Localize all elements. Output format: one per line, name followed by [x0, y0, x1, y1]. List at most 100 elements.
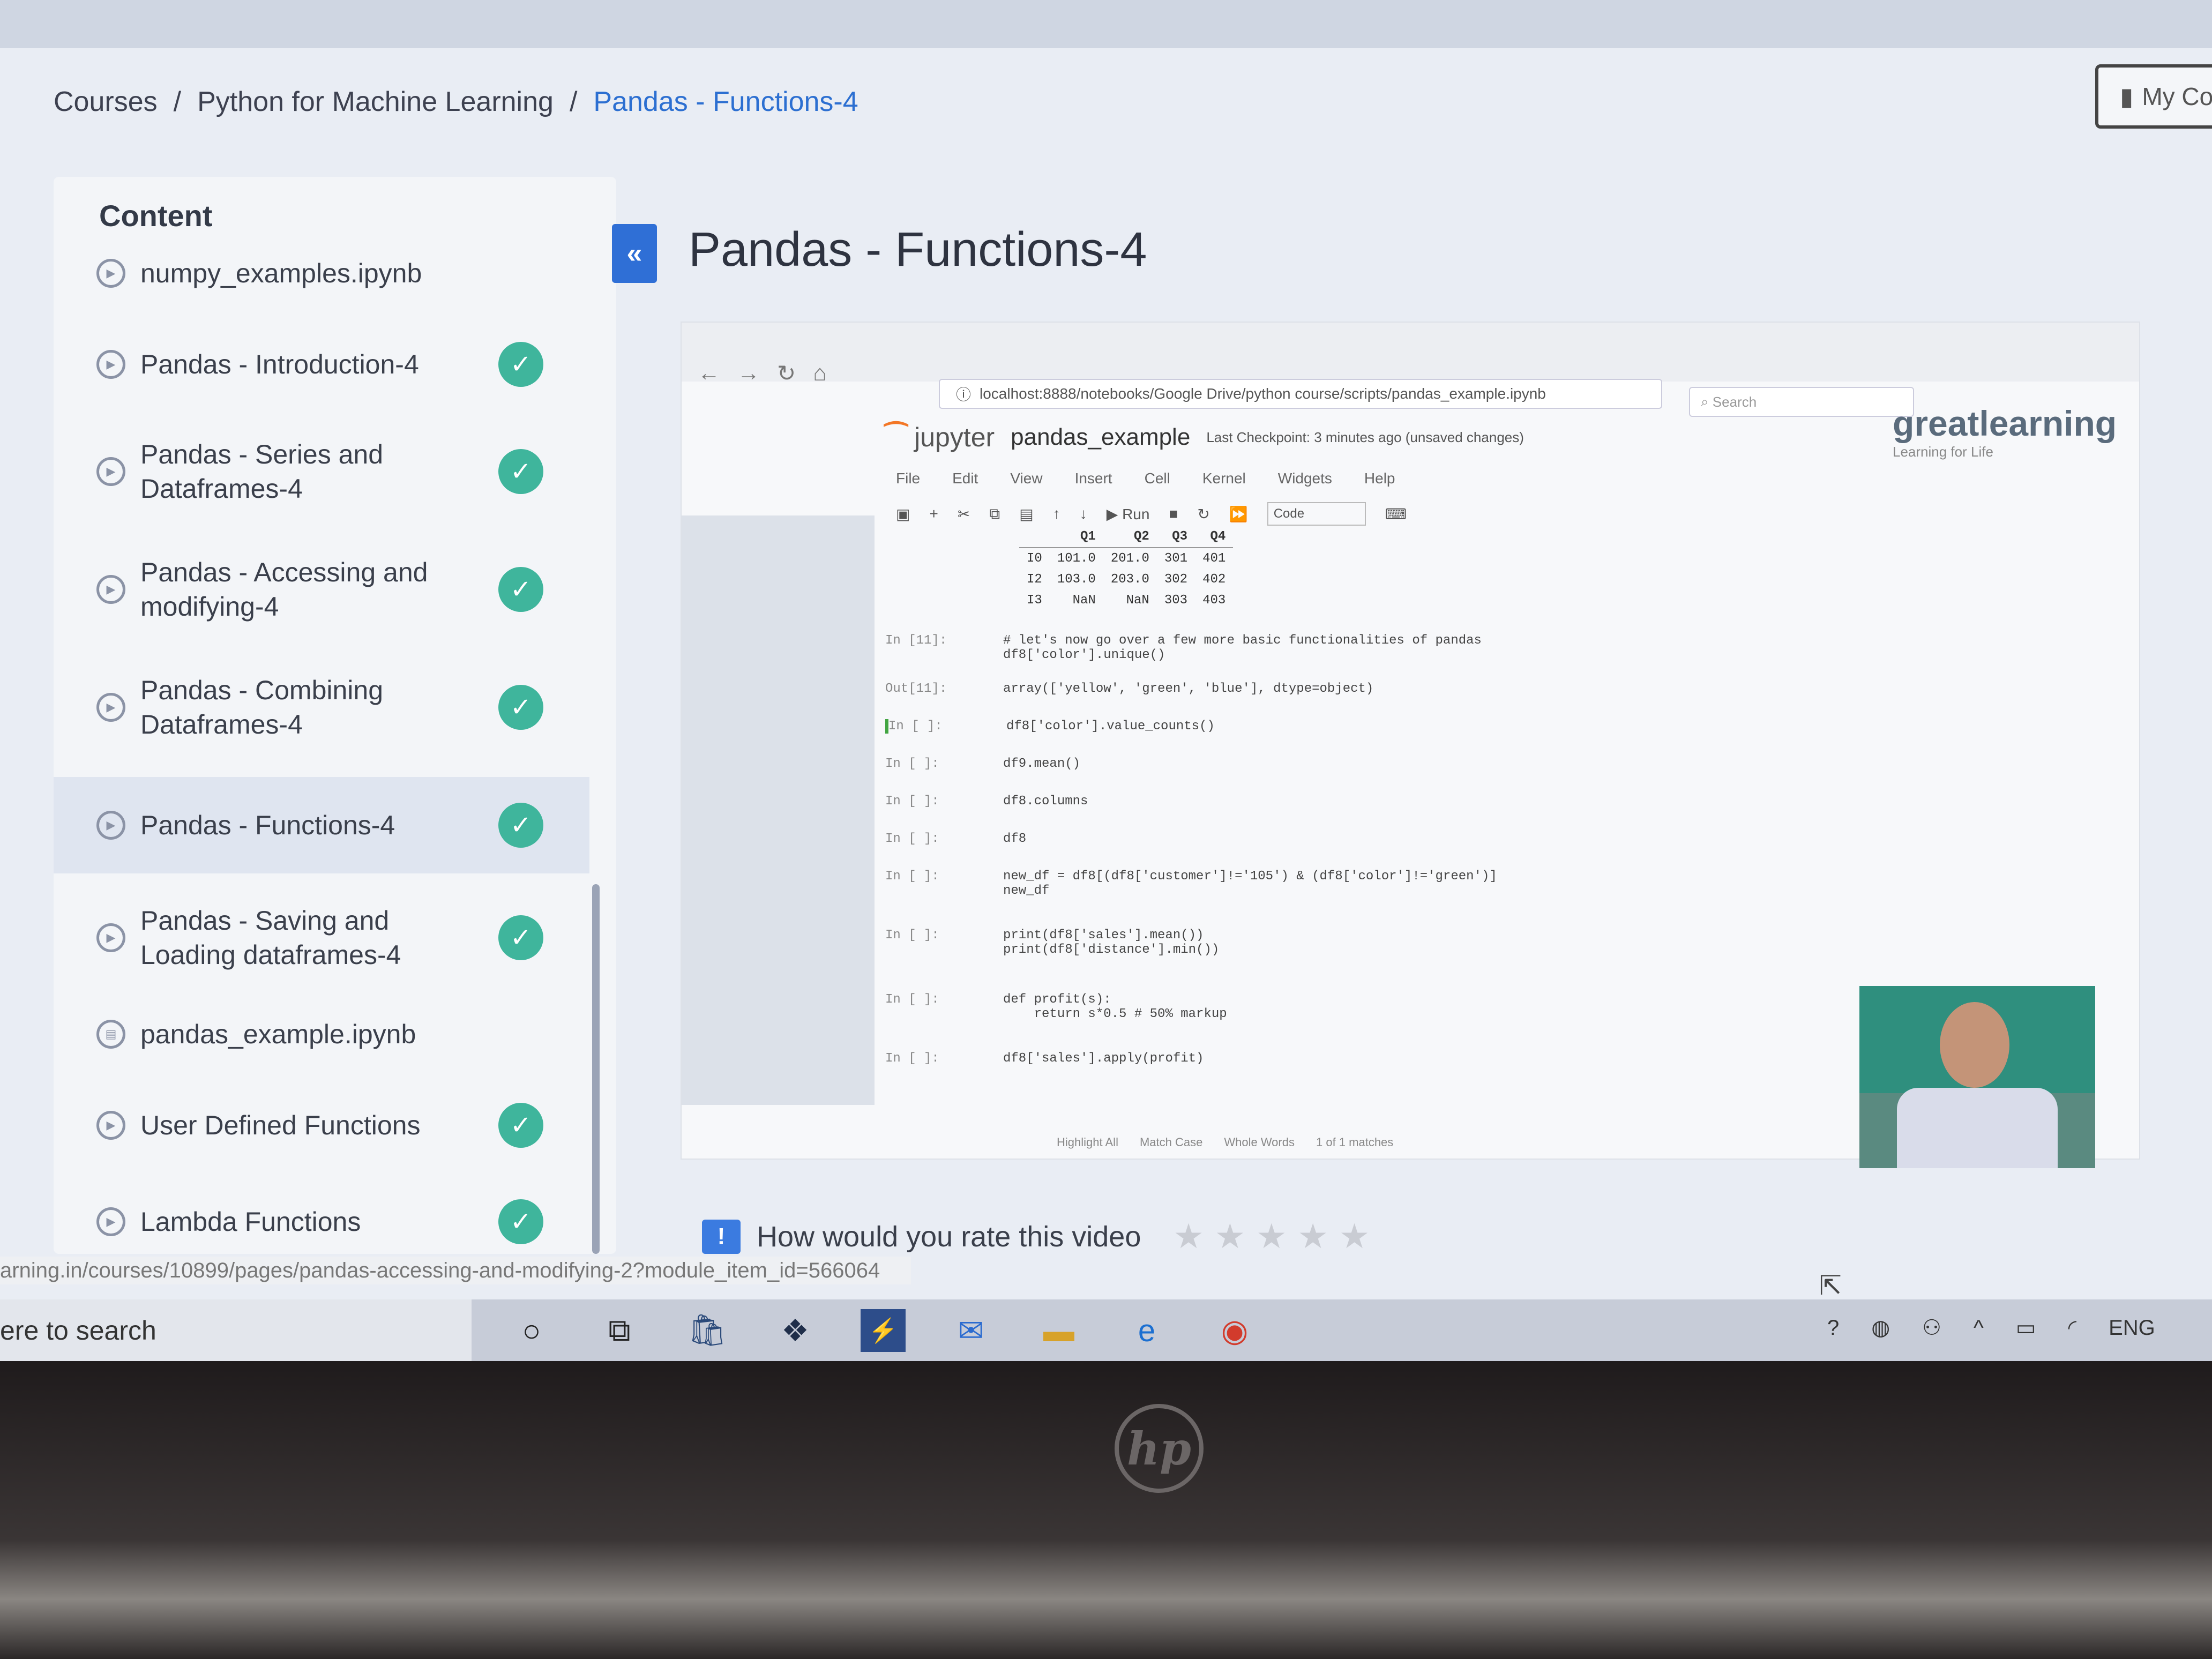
notebook-name: pandas_example [1011, 424, 1191, 450]
breadcrumb-separator: / [569, 86, 578, 117]
brand-tagline: Learning for Life [1893, 444, 1993, 460]
cell-code: df8 [1003, 832, 1027, 846]
df-cell: 201.0 [1110, 551, 1149, 566]
status-bar-url: arning.in/courses/10899/pages/pandas-acc… [0, 1257, 911, 1284]
df-cell: 101.0 [1057, 551, 1096, 566]
play-icon: ▶ [96, 350, 125, 379]
notebook-cell: In [ ]: df8['sales'].apply(profit) [885, 1051, 1957, 1066]
df-header: Q4 [1195, 526, 1234, 548]
df-cell: 403 [1202, 593, 1226, 608]
save-icon: ▣ [896, 505, 910, 522]
instructor-body [1897, 1088, 2058, 1168]
cell-code: print(df8['sales'].mean()) print(df8['di… [1003, 928, 1220, 957]
collapse-sidebar-button[interactable]: « [612, 224, 657, 283]
recorded-nav-buttons: ← → ↻ ⌂ [698, 360, 827, 386]
star-icon[interactable]: ★ [1339, 1216, 1370, 1257]
cell-code: df8['sales'].apply(profit) [1003, 1051, 1204, 1066]
breadcrumb-current: Pandas - Functions-4 [593, 86, 858, 117]
chrome-icon[interactable]: ◉ [1212, 1309, 1257, 1352]
play-icon: ▶ [96, 693, 125, 722]
star-icon[interactable]: ★ [1256, 1216, 1287, 1257]
df-cell: I2 [1027, 572, 1042, 587]
cell-code: df8.columns [1003, 794, 1088, 809]
file-explorer-icon[interactable]: ▬ [1036, 1309, 1081, 1352]
add-cell-icon: + [929, 505, 938, 522]
edge-icon[interactable]: e [1124, 1309, 1169, 1352]
feedback-icon: ! [702, 1219, 741, 1254]
sidebar-item-pandas-accessing[interactable]: ▶ Pandas - Accessing and modifying-4 ✓ [54, 547, 589, 632]
keyboard-icon: ⌨ [1385, 505, 1407, 522]
sidebar-item-label: Lambda Functions [140, 1207, 361, 1237]
play-icon: ▶ [96, 259, 125, 288]
help-icon[interactable]: ? [1827, 1316, 1839, 1340]
cell-prompt: In [11]: [885, 633, 947, 648]
cell-prompt: In [ ]: [885, 928, 939, 943]
play-icon: ▶ [96, 457, 125, 486]
star-icon[interactable]: ★ [1298, 1216, 1328, 1257]
sidebar-item-label: Pandas - Introduction-4 [140, 349, 419, 379]
sidebar-item-pandas-functions[interactable]: ▶ Pandas - Functions-4 ✓ [54, 777, 589, 873]
cell-code: df8['color'].value_counts() [1006, 719, 1215, 734]
sidebar-item-pandas-series[interactable]: ▶ Pandas - Series and Dataframes-4 ✓ [54, 429, 589, 514]
sidebar-item-lambda-functions[interactable]: ▶ Lambda Functions ✓ [54, 1190, 589, 1254]
my-courses-button[interactable]: ▮ My Co [2095, 64, 2212, 129]
rating-question: How would you rate this video [757, 1220, 1141, 1253]
cortana-icon[interactable]: ○ [509, 1309, 554, 1352]
df-header: Q1 [1049, 526, 1103, 548]
move-down-icon: ↓ [1079, 505, 1087, 522]
breadcrumb-course-link[interactable]: Python for Machine Learning [197, 86, 554, 118]
taskbar-apps: ○ ⧉ 🛍 ❖ ⚡ ✉ ▬ e ◉ [509, 1309, 1257, 1352]
play-icon: ▶ [96, 923, 125, 952]
jupyter-header: ⁀ jupyter pandas_example Last Checkpoint… [885, 422, 1524, 453]
breadcrumb-courses-link[interactable]: Courses [54, 86, 158, 118]
sidebar-scrollbar[interactable] [592, 884, 600, 1254]
cell-code: array(['yellow', 'green', 'blue'], dtype… [1003, 682, 1374, 696]
task-view-icon[interactable]: ⧉ [597, 1309, 642, 1352]
checkpoint-status: Last Checkpoint: 3 minutes ago (unsaved … [1206, 429, 1524, 445]
cut-icon: ✂ [957, 505, 970, 522]
mail-icon[interactable]: ✉ [948, 1309, 993, 1352]
info-icon: ⓘ [956, 386, 972, 403]
sidebar-item-pandas-combining[interactable]: ▶ Pandas - Combining Dataframes-4 ✓ [54, 664, 589, 750]
star-icon[interactable]: ★ [1173, 1216, 1204, 1257]
language-indicator[interactable]: ENG [2109, 1316, 2155, 1340]
df-cell: NaN [1126, 593, 1149, 608]
taskbar-search[interactable]: ere to search [0, 1299, 472, 1361]
sidebar-item-numpy-examples[interactable]: ▶ numpy_examples.ipynb [54, 257, 589, 289]
completed-check-icon: ✓ [498, 1103, 543, 1148]
star-icon[interactable]: ★ [1215, 1216, 1245, 1257]
dropbox-icon[interactable]: ❖ [773, 1309, 818, 1352]
forward-arrow-icon: → [737, 360, 760, 385]
breadcrumb-separator: / [173, 86, 182, 117]
store-icon[interactable]: 🛍 [685, 1309, 730, 1352]
notebook-cell-selected: In [ ]: df8['color'].value_counts() [885, 719, 1960, 734]
jupyter-logo: ⁀ jupyter [885, 422, 995, 452]
sidebar-item-user-defined-functions[interactable]: ▶ User Defined Functions ✓ [54, 1088, 589, 1163]
globe-icon[interactable]: ◍ [1871, 1316, 1890, 1340]
notebook-output: Out[11]: array(['yellow', 'green', 'blue… [885, 682, 1957, 696]
app-icon[interactable]: ⚡ [861, 1309, 906, 1352]
notebook-cell: In [ ]: df8 [885, 832, 1957, 846]
df-cell: 401 [1202, 551, 1226, 566]
sidebar-item-label: User Defined Functions [140, 1110, 421, 1140]
sidebar-item-pandas-example-notebook[interactable]: ▤ pandas_example.ipynb [54, 1002, 589, 1066]
wifi-icon[interactable]: ◜ [2068, 1316, 2077, 1340]
df-cell: I0 [1027, 551, 1042, 566]
cell-prompt: In [ ]: [885, 869, 939, 884]
chevron-up-icon[interactable]: ^ [1974, 1316, 1984, 1340]
people-icon[interactable]: ⚇ [1922, 1316, 1941, 1340]
df-header [1019, 526, 1050, 548]
completed-check-icon: ✓ [498, 685, 543, 730]
book-icon: ▮ [2120, 83, 2134, 110]
df-cell: NaN [1072, 593, 1096, 608]
sidebar-item-pandas-introduction[interactable]: ▶ Pandas - Introduction-4 ✓ [54, 327, 589, 402]
completed-check-icon: ✓ [498, 342, 543, 387]
battery-icon[interactable]: ▭ [2016, 1316, 2036, 1340]
find-option: Match Case [1139, 1135, 1203, 1149]
my-courses-label: My Co [2142, 83, 2212, 110]
df-row: I3 NaN NaN 303 403 [1019, 590, 1233, 611]
sidebar-item-pandas-saving[interactable]: ▶ Pandas - Saving and Loading dataframes… [54, 895, 589, 981]
page-title: Pandas - Functions-4 [689, 223, 1147, 276]
df-cell: 301 [1164, 551, 1188, 566]
reload-icon: ↻ [777, 361, 796, 386]
